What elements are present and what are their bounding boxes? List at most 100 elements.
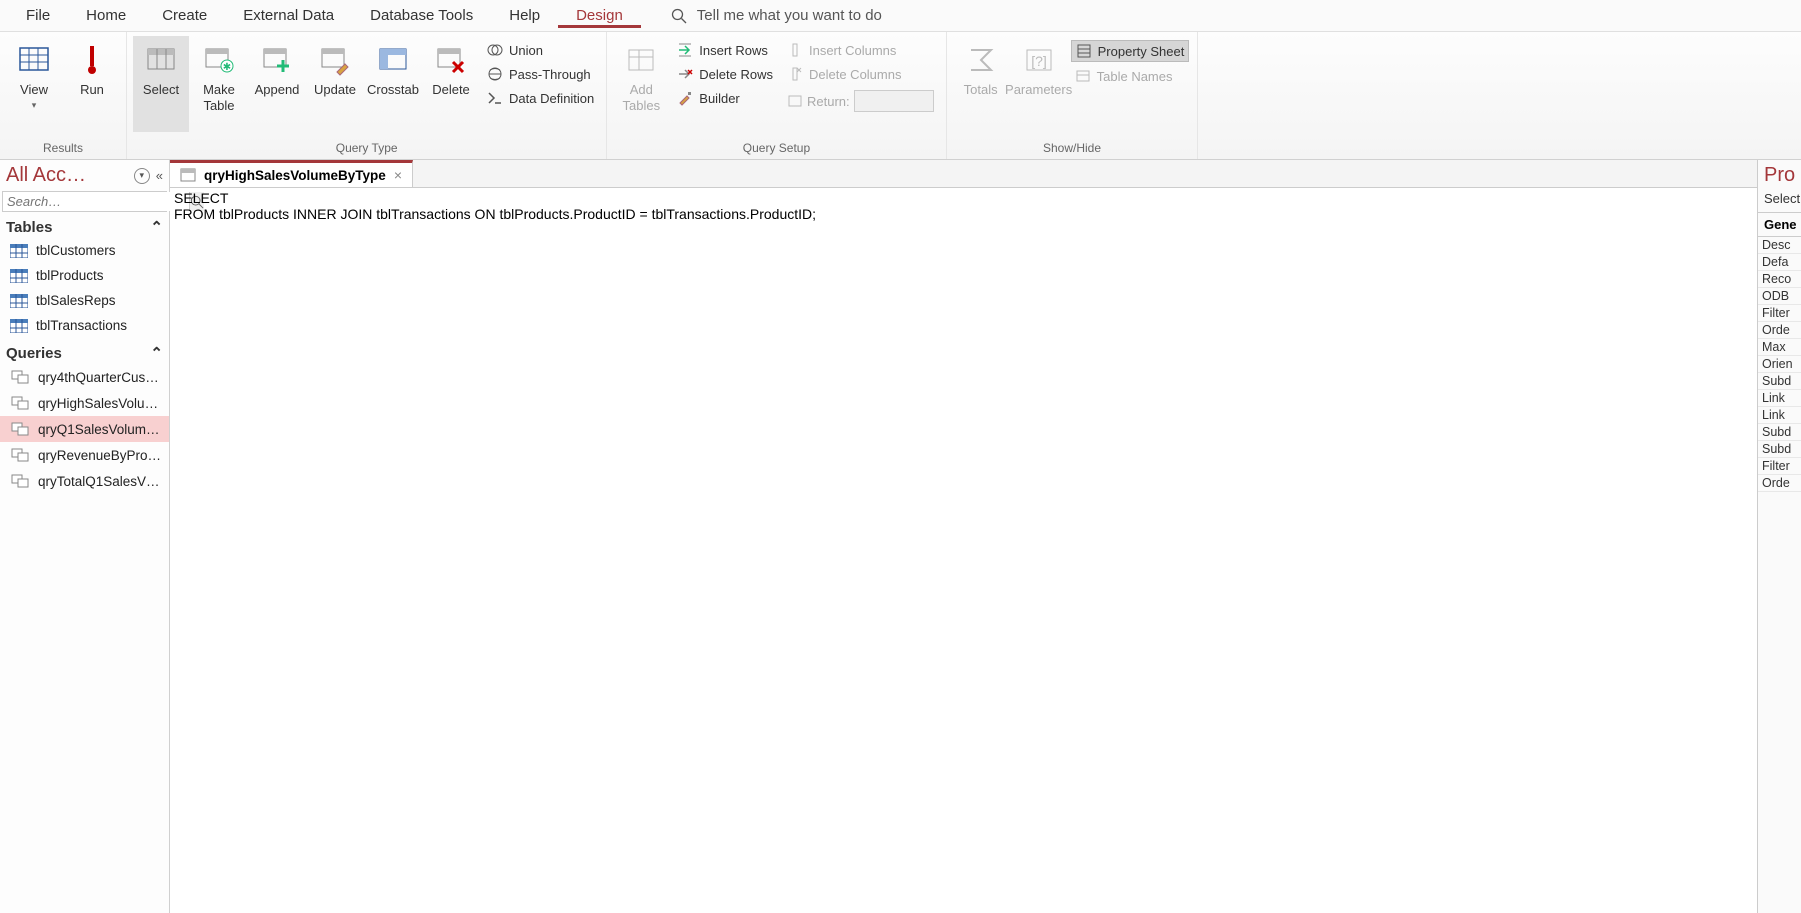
dropdown-icon: ▾ [32, 100, 37, 111]
nav-menu-icon[interactable]: ▾ [134, 168, 150, 184]
delete-icon [435, 44, 467, 76]
svg-text:✱: ✱ [223, 62, 231, 73]
tab-home[interactable]: Home [68, 3, 144, 28]
prop-row[interactable]: Reco [1758, 271, 1801, 288]
queries-section-header[interactable]: Queries ⌃ [0, 338, 169, 364]
prop-row[interactable]: Defa [1758, 254, 1801, 271]
make-table-button[interactable]: ✱ Make Table [191, 36, 247, 132]
nav-header: All Acc… ▾ « [0, 160, 169, 191]
delete-columns-icon [787, 66, 803, 82]
insert-rows-button[interactable]: Insert Rows [673, 40, 777, 60]
nav-item-label: tblTransactions [36, 318, 127, 333]
tab-external-data[interactable]: External Data [225, 3, 352, 28]
nav-query-qrytotalq1sales[interactable]: qryTotalQ1SalesV… [0, 468, 169, 494]
append-button[interactable]: Append [249, 36, 305, 132]
union-label: Union [509, 43, 543, 58]
crosstab-label: Crosstab [367, 82, 419, 98]
builder-button[interactable]: Builder [673, 88, 777, 108]
tab-database-tools[interactable]: Database Tools [352, 3, 491, 28]
query-icon [10, 473, 30, 489]
prop-row[interactable]: Subd [1758, 424, 1801, 441]
parameters-button: [?] Parameters [1011, 36, 1067, 132]
select-icon [145, 44, 177, 76]
pass-through-button[interactable]: Pass-Through [483, 64, 598, 84]
prop-row[interactable]: Desc [1758, 237, 1801, 254]
delete-label: Delete [432, 82, 470, 98]
prop-row[interactable]: Filter [1758, 458, 1801, 475]
nav-item-label: qry4thQuarterCus… [38, 370, 159, 385]
view-button[interactable]: View ▾ [6, 36, 62, 132]
select-button[interactable]: Select [133, 36, 189, 132]
prop-row[interactable]: Subd [1758, 441, 1801, 458]
nav-query-qry4thquarter[interactable]: qry4thQuarterCus… [0, 364, 169, 390]
ribbon-tab-strip: File Home Create External Data Database … [0, 0, 1801, 32]
search-input[interactable] [3, 192, 189, 211]
builder-icon [677, 90, 693, 106]
tables-section-header[interactable]: Tables ⌃ [0, 212, 169, 238]
property-sheet-tab[interactable]: Gene [1758, 212, 1801, 237]
prop-row[interactable]: Max [1758, 339, 1801, 356]
property-sheet-button[interactable]: Property Sheet [1071, 40, 1190, 62]
nav-query-qryhighsalesvolume[interactable]: qryHighSalesVolu… [0, 390, 169, 416]
insert-rows-icon [677, 42, 693, 58]
document-tab-active[interactable]: qryHighSalesVolumeByType × [170, 160, 413, 187]
nav-item-label: tblProducts [36, 268, 104, 283]
nav-table-tblcustomers[interactable]: tblCustomers [0, 238, 169, 263]
query-setup-group-label: Query Setup [613, 139, 939, 157]
property-sheet-title: Pro [1758, 160, 1801, 191]
prop-row[interactable]: Orde [1758, 475, 1801, 492]
tell-me-label: Tell me what you want to do [697, 7, 882, 24]
prop-row[interactable]: Filter [1758, 305, 1801, 322]
prop-row[interactable]: ODB [1758, 288, 1801, 305]
nav-query-qryrevenuebyproduct[interactable]: qryRevenueByPro… [0, 442, 169, 468]
crosstab-button[interactable]: Crosstab [365, 36, 421, 132]
ribbon-group-results: View ▾ Run Results [0, 32, 127, 159]
select-label: Select [143, 82, 179, 98]
prop-row[interactable]: Link [1758, 390, 1801, 407]
tab-design[interactable]: Design [558, 3, 641, 28]
nav-table-tblproducts[interactable]: tblProducts [0, 263, 169, 288]
tables-header-label: Tables [6, 219, 52, 236]
delete-rows-label: Delete Rows [699, 67, 773, 82]
nav-query-qryq1salesvolume[interactable]: qryQ1SalesVolum… [0, 416, 169, 442]
nav-collapse-icon[interactable]: « [156, 168, 163, 183]
totals-label: Totals [964, 82, 998, 98]
run-icon [76, 44, 108, 76]
sql-line-2: FROM tblProducts INNER JOIN tblTransacti… [174, 206, 816, 222]
table-icon [10, 244, 28, 258]
make-table-label: Make Table [203, 82, 235, 113]
nav-table-tbltransactions[interactable]: tblTransactions [0, 313, 169, 338]
add-tables-button: Add Tables [613, 36, 669, 132]
close-tab-button[interactable]: × [394, 167, 402, 183]
tab-create[interactable]: Create [144, 3, 225, 28]
nav-title[interactable]: All Acc… [6, 164, 134, 187]
prop-row[interactable]: Link [1758, 407, 1801, 424]
tell-me-search[interactable]: Tell me what you want to do [671, 7, 882, 24]
document-area: qryHighSalesVolumeByType × SELECT FROM t… [170, 160, 1801, 913]
sql-editor[interactable]: SELECT FROM tblProducts INNER JOIN tblTr… [170, 188, 1801, 913]
prop-row[interactable]: Orien [1758, 356, 1801, 373]
delete-rows-button[interactable]: Delete Rows [673, 64, 777, 84]
pass-through-icon [487, 66, 503, 82]
union-button[interactable]: Union [483, 40, 598, 60]
nav-table-tblsalesreps[interactable]: tblSalesReps [0, 288, 169, 313]
tab-help[interactable]: Help [491, 3, 558, 28]
nav-search[interactable] [2, 191, 167, 212]
tab-file[interactable]: File [8, 3, 68, 28]
delete-rows-icon [677, 66, 693, 82]
document-tab-title: qryHighSalesVolumeByType [204, 168, 386, 183]
data-definition-button[interactable]: Data Definition [483, 88, 598, 108]
prop-row[interactable]: Orde [1758, 322, 1801, 339]
update-button[interactable]: Update [307, 36, 363, 132]
run-button[interactable]: Run [64, 36, 120, 132]
insert-rows-label: Insert Rows [699, 43, 768, 58]
document-tabs: qryHighSalesVolumeByType × [170, 160, 1801, 188]
property-sheet-pane: Pro Select Gene Desc Defa Reco ODB Filte… [1757, 160, 1801, 913]
results-group-label: Results [6, 139, 120, 157]
return-select [854, 90, 934, 112]
builder-label: Builder [699, 91, 739, 106]
prop-row[interactable]: Subd [1758, 373, 1801, 390]
delete-button[interactable]: Delete [423, 36, 479, 132]
collapse-icon: ⌃ [150, 218, 163, 236]
update-label: Update [314, 82, 356, 98]
